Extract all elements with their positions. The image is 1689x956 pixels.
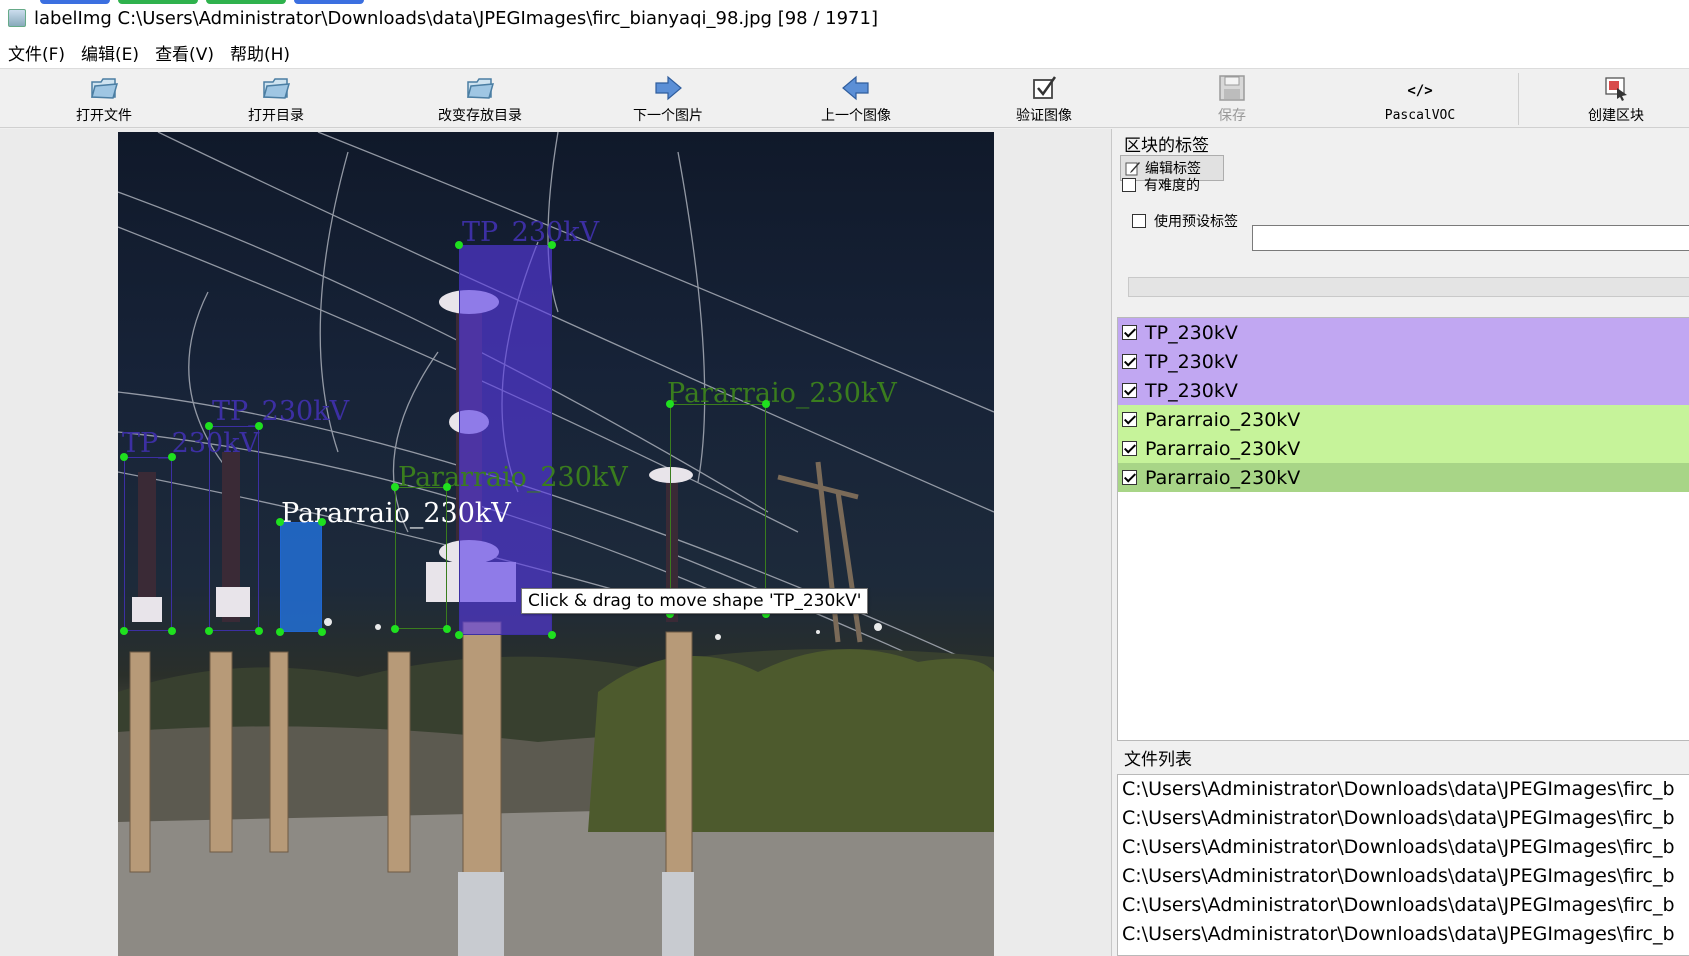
menu-view[interactable]: 查看(V) [155, 40, 214, 65]
label-checkbox[interactable] [1122, 441, 1137, 456]
folder-open-icon [261, 73, 291, 103]
default-label-input[interactable] [1252, 225, 1689, 251]
label-text: Pararraio_230kV [1145, 437, 1301, 460]
bbox-tp-left[interactable] [124, 457, 172, 631]
label-text: TP_230kV [1145, 321, 1238, 344]
file-list-item[interactable]: C:\Users\Administrator\Downloads\data\JP… [1118, 775, 1689, 804]
file-list-item[interactable]: C:\Users\Administrator\Downloads\data\JP… [1118, 920, 1689, 949]
file-list-title: 文件列表 [1124, 750, 1192, 770]
save-button[interactable]: 保存 [1152, 69, 1312, 129]
label-text: Pararraio_230kV [1145, 408, 1301, 431]
change-save-dir-button[interactable]: 改变存放目录 [400, 69, 560, 129]
toolbar: 打开文件 打开目录 改变存放目录 下一个图片 上一个图像 验证图像 保存 </>… [0, 68, 1689, 128]
difficult-checkbox-row[interactable]: 有难度的 [1122, 175, 1200, 195]
file-list[interactable]: C:\Users\Administrator\Downloads\data\JP… [1117, 774, 1689, 956]
bbox-label-pararraio-right: Pararraio_230kV [667, 378, 897, 409]
next-image-label: 下一个图片 [633, 108, 703, 124]
bbox-pararraio-small-left[interactable] [280, 522, 322, 632]
bbox-tp-mid-left[interactable] [209, 426, 259, 631]
next-image-button[interactable]: 下一个图片 [588, 69, 748, 129]
menu-help[interactable]: 帮助(H) [230, 40, 290, 65]
window-title: labelImg C:\Users\Administrator\Download… [34, 7, 878, 29]
folder-open-icon [465, 73, 495, 103]
label-list[interactable]: TP_230kV TP_230kV TP_230kV Pararraio_230kV P… [1117, 317, 1689, 741]
code-icon: </> [1407, 82, 1433, 99]
difficult-label: 有难度的 [1144, 178, 1200, 194]
labelimg-window: labelImg C:\Users\Administrator\Download… [0, 0, 1689, 956]
use-default-label-row[interactable]: 使用预设标签 [1132, 211, 1238, 231]
menu-bar: 文件(F) 编辑(E) 查看(V) 帮助(H) [0, 36, 1689, 68]
create-box-button[interactable]: 创建区块 [1536, 69, 1689, 129]
taskbar-strip [40, 0, 460, 4]
verify-image-label: 验证图像 [1016, 108, 1072, 124]
panel-scroll-bar[interactable] [1128, 277, 1689, 297]
file-list-item[interactable]: C:\Users\Administrator\Downloads\data\JP… [1118, 804, 1689, 833]
prev-image-label: 上一个图像 [821, 108, 891, 124]
bbox-pararraio-mid[interactable] [395, 487, 447, 629]
label-list-item[interactable]: TP_230kV [1118, 318, 1689, 347]
box-labels-title: 区块的标签 [1124, 136, 1209, 156]
label-checkbox[interactable] [1122, 354, 1137, 369]
menu-file[interactable]: 文件(F) [8, 40, 65, 65]
bbox-label-tp-center: TP_230kV [462, 217, 600, 248]
label-list-item[interactable]: TP_230kV [1118, 347, 1689, 376]
use-default-label-checkbox[interactable] [1132, 214, 1146, 228]
app-icon [8, 9, 26, 27]
label-text: TP_230kV [1145, 350, 1238, 373]
edit-icon [1125, 162, 1140, 176]
right-dock: 区块的标签 编辑标签 有难度的 使用预设标签 TP_230kV TP_230kV T… [1114, 129, 1689, 956]
open-dir-label: 打开目录 [248, 108, 304, 124]
save-label: 保存 [1218, 108, 1246, 124]
toolbar-separator [1518, 73, 1519, 125]
label-list-item[interactable]: Pararraio_230kV [1118, 463, 1689, 492]
bbox-label-tp-mid-left: TP_230kV [212, 396, 350, 427]
open-file-button[interactable]: 打开文件 [24, 69, 184, 129]
difficult-checkbox[interactable] [1122, 178, 1136, 192]
folder-open-icon [89, 73, 119, 103]
file-list-item[interactable]: C:\Users\Administrator\Downloads\data\JP… [1118, 862, 1689, 891]
change-save-dir-label: 改变存放目录 [438, 108, 522, 124]
label-list-item[interactable]: TP_230kV [1118, 376, 1689, 405]
create-box-label: 创建区块 [1588, 108, 1644, 124]
create-box-icon [1601, 73, 1631, 103]
save-icon [1217, 73, 1247, 103]
format-label: PascalVOC [1384, 107, 1456, 123]
arrow-left-icon [841, 73, 871, 103]
label-checkbox[interactable] [1122, 383, 1137, 398]
arrow-right-icon [653, 73, 683, 103]
bbox-tp-center[interactable] [459, 245, 552, 635]
canvas-area[interactable]: TP_230kV TP_230kV TP_230kV Pararraio_230… [0, 129, 1112, 956]
shape-tooltip: Click & drag to move shape 'TP_230kV' [521, 588, 869, 614]
open-file-label: 打开文件 [76, 108, 132, 124]
label-text: TP_230kV [1145, 379, 1238, 402]
label-list-item[interactable]: Pararraio_230kV [1118, 405, 1689, 434]
title-bar: labelImg C:\Users\Administrator\Download… [0, 0, 1689, 36]
label-list-item[interactable]: Pararraio_230kV [1118, 434, 1689, 463]
label-checkbox[interactable] [1122, 412, 1137, 427]
open-dir-button[interactable]: 打开目录 [196, 69, 356, 129]
file-list-item[interactable]: C:\Users\Administrator\Downloads\data\JP… [1118, 891, 1689, 920]
menu-edit[interactable]: 编辑(E) [81, 40, 139, 65]
bbox-pararraio-right[interactable] [670, 404, 766, 614]
check-box-icon [1029, 73, 1059, 103]
prev-image-button[interactable]: 上一个图像 [776, 69, 936, 129]
label-checkbox[interactable] [1122, 325, 1137, 340]
label-text: Pararraio_230kV [1145, 466, 1301, 489]
format-button[interactable]: </> PascalVOC [1340, 69, 1500, 129]
file-list-item[interactable]: C:\Users\Administrator\Downloads\data\JP… [1118, 833, 1689, 862]
image-canvas[interactable]: TP_230kV TP_230kV TP_230kV Pararraio_230… [118, 132, 994, 956]
bbox-label-pararraio-mid: Pararraio_230kV [398, 462, 628, 493]
verify-image-button[interactable]: 验证图像 [964, 69, 1124, 129]
use-default-label-text: 使用预设标签 [1154, 214, 1238, 230]
label-checkbox[interactable] [1122, 470, 1137, 485]
